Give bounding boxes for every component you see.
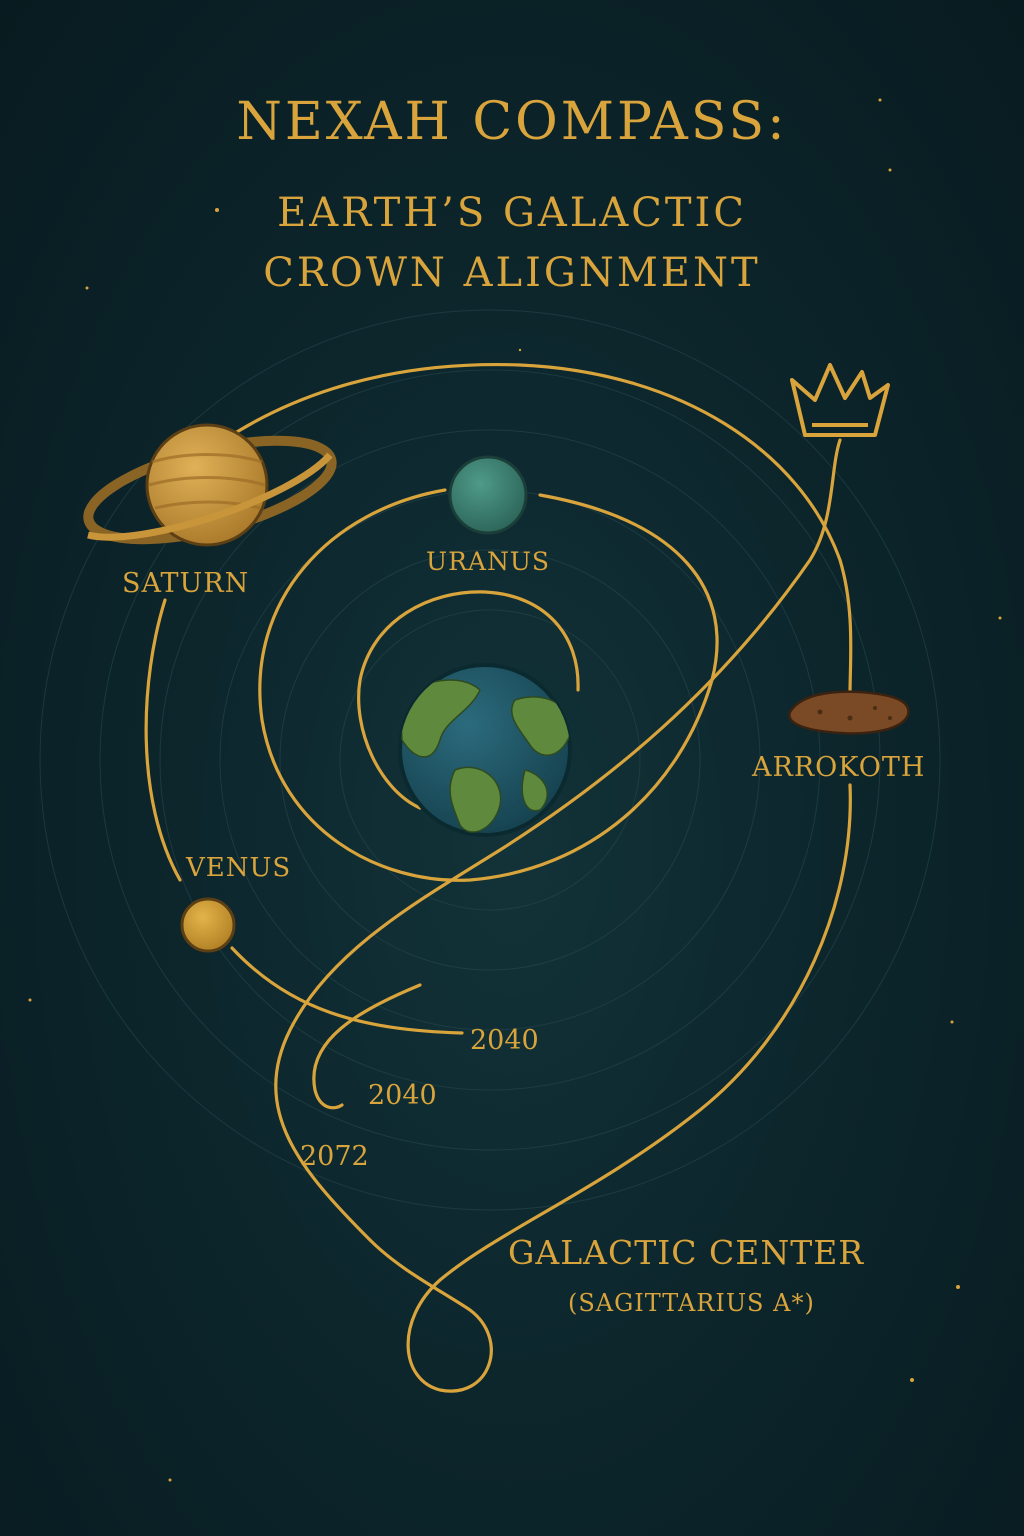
- venus-planet: [180, 897, 236, 953]
- galactic-center-label: GALACTIC CENTER: [508, 1233, 864, 1272]
- year-label-2040-b: 2040: [368, 1080, 437, 1111]
- year-label-2072: 2072: [300, 1141, 369, 1172]
- venus-label: VENUS: [185, 853, 291, 883]
- orbit-diagram: SATURN URANUS VENUS ARROKOTH 2040 2040 2…: [28, 98, 1002, 1482]
- crown-icon: [790, 363, 890, 437]
- saturn-label: SATURN: [122, 568, 249, 599]
- saturn-planet: [83, 423, 337, 547]
- uranus-planet: [448, 455, 528, 535]
- galactic-center-sublabel: (SAGITTARIUS A*): [568, 1289, 815, 1317]
- earth-planet: [398, 663, 572, 837]
- arrokoth-label: ARROKOTH: [751, 752, 925, 783]
- arrokoth-object: [788, 690, 910, 735]
- poster: NEXAH COMPASS: EARTH’S GALACTIC CROWN AL…: [0, 0, 1024, 1536]
- year-label-2040-a: 2040: [470, 1025, 539, 1056]
- uranus-label: URANUS: [426, 547, 550, 576]
- saturn-venus-arc: [144, 598, 182, 882]
